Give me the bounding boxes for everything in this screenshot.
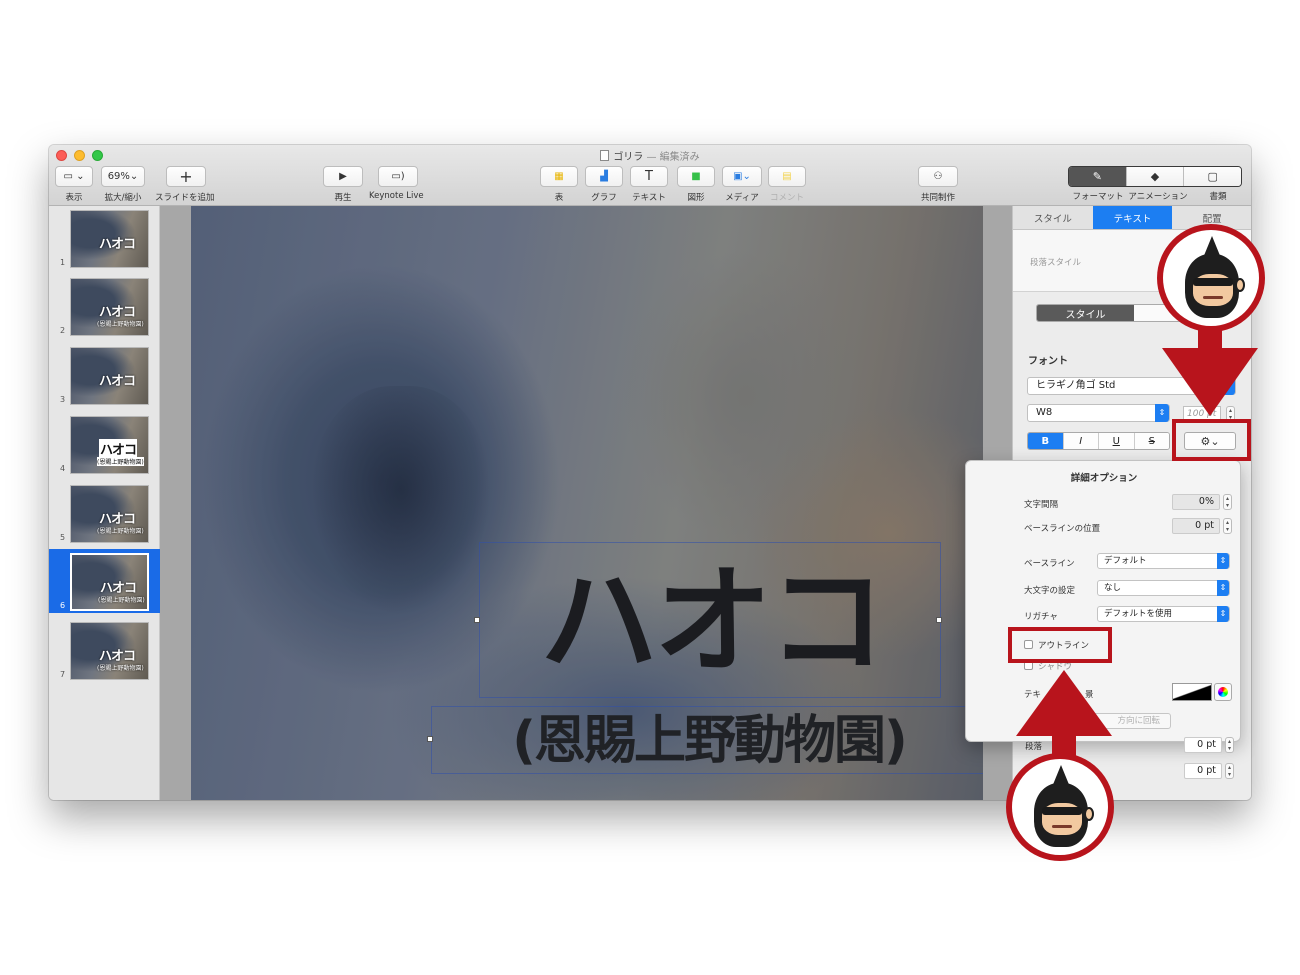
gear-highlight-box xyxy=(1172,419,1251,461)
gorilla-photo xyxy=(311,386,491,616)
slide-canvas[interactable]: ハオコ (恩賜上野動物園) xyxy=(160,206,1012,800)
chart-button[interactable]: ▟ グラフ xyxy=(585,166,623,203)
collaborate-button[interactable]: ⚇ 共同制作 xyxy=(918,166,958,203)
spacing-after-field[interactable]: 0 pt xyxy=(1184,763,1222,779)
text-background-color-well[interactable] xyxy=(1172,683,1212,701)
strikethrough-button[interactable]: S xyxy=(1133,433,1169,449)
slide-subtitle[interactable]: (恩賜上野動物園) xyxy=(431,706,983,776)
text-button[interactable]: T テキスト xyxy=(630,166,668,203)
inspector-mode-segment: ✎ ◆ ▢ xyxy=(1068,166,1242,187)
media-button[interactable]: ▣⌄ メディア xyxy=(722,166,762,203)
char-spacing-stepper[interactable]: ▴ ▾ xyxy=(1223,494,1232,510)
subtab-style[interactable]: スタイル xyxy=(1037,305,1134,321)
outline-highlight-box xyxy=(1008,627,1112,663)
baseline-select[interactable]: デフォルト ⇕ xyxy=(1097,553,1230,569)
document-title: ゴリラ — 編集済み xyxy=(49,148,1251,163)
document-mode-button[interactable]: ▢ xyxy=(1183,167,1241,186)
text-format-segment: B I U S xyxy=(1027,432,1170,450)
comment-icon: ▤ xyxy=(768,166,806,187)
play-icon: ▶ xyxy=(323,166,363,187)
ligature-select[interactable]: デフォルトを使用 ⇕ xyxy=(1097,606,1230,622)
font-weight-select[interactable]: W8 ⇕ xyxy=(1027,404,1170,422)
spacing-before-stepper[interactable]: ▴ ▾ xyxy=(1225,737,1234,753)
shape-icon: ■ xyxy=(677,166,715,187)
add-slide-button[interactable]: + スライドを追加 xyxy=(155,166,215,203)
italic-button[interactable]: I xyxy=(1062,433,1098,449)
tab-style[interactable]: スタイル xyxy=(1013,206,1093,229)
media-icon: ▣⌄ xyxy=(722,166,762,187)
slide-thumbnail-5[interactable]: 5 ハオコ (恩賜上野動物園) xyxy=(49,481,160,545)
slide-navigator: 1 ハオコ 2 ハオコ (恩賜上野動物園) 3 ハオコ 4 ハオコ (恩賜上野動物園… xyxy=(49,206,160,800)
color-wheel-button[interactable] xyxy=(1214,683,1232,701)
gorilla-mascot-avatar xyxy=(1006,753,1114,861)
chevron-updown-icon: ⇕ xyxy=(1217,606,1229,622)
zoom-menu[interactable]: 69% ⌄ 拡大/縮小 xyxy=(101,166,145,203)
play-button[interactable]: ▶ 再生 xyxy=(323,166,363,203)
keynote-doc-icon xyxy=(600,150,610,161)
down-arrow-icon xyxy=(1162,318,1258,416)
text-icon: T xyxy=(630,166,668,187)
titlebar: ゴリラ — 編集済み ▭ ⌄ 表示 69% ⌄ 拡大/縮小 + スライドを追加 … xyxy=(49,145,1251,206)
chevron-updown-icon: ⇕ xyxy=(1217,580,1229,596)
baseline-shift-stepper[interactable]: ▴ ▾ xyxy=(1223,518,1232,534)
animate-mode-button[interactable]: ◆ xyxy=(1125,167,1184,186)
format-mode-button[interactable]: ✎ xyxy=(1069,167,1126,186)
spacing-before-field[interactable]: 0 pt xyxy=(1184,737,1222,753)
chart-icon: ▟ xyxy=(585,166,623,187)
shape-button[interactable]: ■ 図形 xyxy=(677,166,715,203)
slide-title[interactable]: ハオコ xyxy=(481,546,941,696)
slide-thumbnail-4[interactable]: 4 ハオコ (恩賜上野動物園) xyxy=(49,412,160,476)
collaborate-icon: ⚇ xyxy=(918,166,958,187)
baseline-shift-field[interactable]: 0 pt xyxy=(1172,518,1220,534)
view-menu[interactable]: ▭ ⌄ 表示 xyxy=(55,166,93,203)
table-button[interactable]: ▦ 表 xyxy=(540,166,578,203)
char-spacing-field[interactable]: 0% xyxy=(1172,494,1220,510)
bold-button[interactable]: B xyxy=(1028,433,1063,449)
resize-handle[interactable] xyxy=(936,617,942,623)
slide-thumbnail-3[interactable]: 3 ハオコ xyxy=(49,343,160,407)
font-section-label: フォント xyxy=(1028,356,1068,367)
sidebar-icon: ▭ ⌄ xyxy=(55,166,93,187)
comment-button[interactable]: ▤ コメント xyxy=(768,166,806,203)
resize-handle[interactable] xyxy=(474,617,480,623)
spacing-after-stepper[interactable]: ▴ ▾ xyxy=(1225,763,1234,779)
slide-thumbnail-7[interactable]: 7 ハオコ (恩賜上野動物園) xyxy=(49,618,160,682)
table-icon: ▦ xyxy=(540,166,578,187)
slide-thumbnail-2[interactable]: 2 ハオコ (恩賜上野動物園) xyxy=(49,274,160,338)
slide-thumbnail-1[interactable]: 1 ハオコ xyxy=(49,206,160,270)
resize-handle[interactable] xyxy=(427,736,433,742)
plus-icon: + xyxy=(166,166,206,187)
underline-button[interactable]: U xyxy=(1098,433,1134,449)
slide-thumbnail-6[interactable]: 6 ハオコ (恩賜上野動物園) xyxy=(49,549,160,613)
chevron-updown-icon: ⇕ xyxy=(1217,553,1229,569)
gorilla-slide[interactable]: ハオコ (恩賜上野動物園) xyxy=(191,206,983,800)
keynote-live-button[interactable]: ▭) Keynote Live xyxy=(369,166,424,201)
keynote-live-icon: ▭) xyxy=(378,166,418,187)
capitalization-select[interactable]: なし ⇕ xyxy=(1097,580,1230,596)
tab-text[interactable]: テキスト xyxy=(1092,206,1173,229)
gorilla-mascot-avatar xyxy=(1157,224,1265,332)
color-wheel-icon xyxy=(1218,687,1228,697)
